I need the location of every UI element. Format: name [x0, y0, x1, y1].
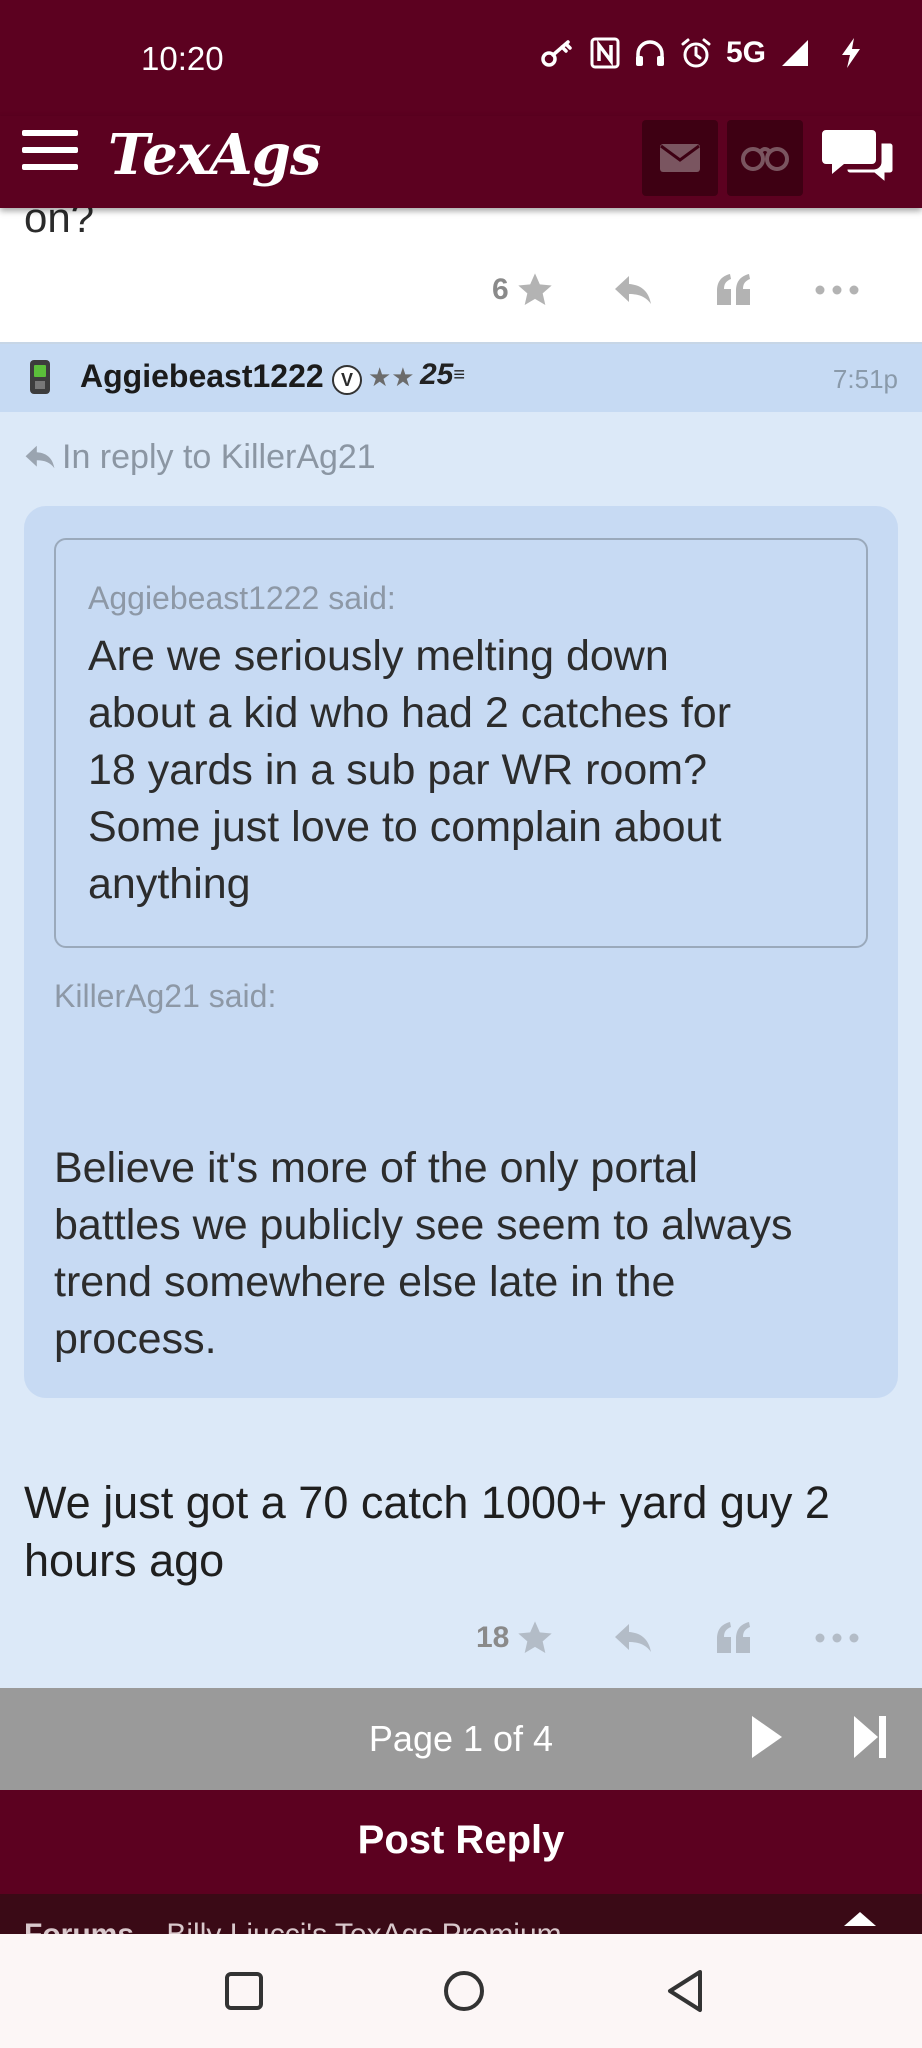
quote-line: anything — [88, 860, 251, 908]
post-time: 7:51p — [832, 364, 898, 394]
status-time: 10:20 — [141, 40, 224, 77]
quote-line: Some just love to complain about — [88, 803, 722, 851]
nested-quote-text: Are we seriously melting down about a ki… — [88, 628, 731, 913]
quote-text: Believe it's more of the only portal bat… — [54, 1140, 793, 1368]
quote-icon[interactable] — [715, 1621, 753, 1655]
headphones-icon — [634, 38, 666, 68]
more-icon[interactable] — [815, 1633, 859, 1643]
phone-icon — [28, 358, 52, 396]
quote-line: process. — [54, 1315, 217, 1363]
key-icon — [540, 38, 576, 68]
quote-line: battles we publicly see seem to always — [54, 1201, 793, 1249]
home-nav-icon[interactable] — [443, 1970, 485, 2012]
reply-line: hours ago — [24, 1535, 225, 1586]
system-nav-bar — [0, 1934, 922, 2048]
reply-icon[interactable] — [613, 1622, 653, 1654]
more-icon[interactable] — [815, 285, 859, 295]
alarm-icon — [680, 37, 712, 69]
chat-icon[interactable] — [820, 124, 896, 190]
watchlist-button[interactable] — [727, 120, 803, 196]
verified-badge: V — [332, 365, 362, 395]
star-count: 18 — [476, 1621, 510, 1654]
class-year: 25 — [420, 358, 454, 391]
class-year-badge: 25≡ — [420, 358, 466, 391]
post-reply-text: We just got a 70 catch 1000+ yard guy 2 … — [24, 1474, 894, 1590]
square-nav-icon[interactable] — [224, 1971, 264, 2011]
quote-line: Are we seriously melting down — [88, 632, 669, 680]
quote-line: Believe it's more of the only portal — [54, 1144, 698, 1192]
reply-icon[interactable] — [613, 274, 653, 306]
nested-quote-author: Aggiebeast1222 said: — [88, 580, 396, 616]
binoculars-icon — [740, 144, 790, 172]
skip-last-icon[interactable] — [852, 1714, 888, 1760]
reply-icon — [24, 444, 56, 470]
menu-icon[interactable] — [22, 130, 78, 174]
breadcrumb-forums[interactable]: Forums — [24, 1918, 134, 1934]
star-icon[interactable] — [515, 1618, 555, 1658]
messages-button[interactable] — [642, 120, 718, 196]
in-reply-to[interactable]: In reply to KillerAg21 — [24, 438, 376, 477]
charging-icon — [840, 37, 862, 69]
post-actions: 18 — [476, 1618, 859, 1658]
network-label: 5G — [725, 36, 766, 69]
mail-icon — [659, 143, 701, 173]
post-username[interactable]: Aggiebeast1222 — [80, 358, 324, 395]
signal-icon — [780, 38, 810, 68]
forum-breadcrumb[interactable]: Forums Billy Liucci's TexAgs Premium — [0, 1894, 922, 1934]
status-icons: 5G — [540, 36, 862, 70]
quote-icon[interactable] — [715, 273, 753, 307]
quote-line: trend somewhere else late in the — [54, 1258, 676, 1306]
status-bar: 10:20 5G — [0, 0, 922, 116]
quote-author: KillerAg21 said: — [54, 978, 277, 1014]
quote-line: 18 yards in a sub par WR room? — [88, 746, 707, 794]
breadcrumb-forum-name[interactable]: Billy Liucci's TexAgs Premium — [166, 1918, 561, 1934]
pagination-bar: Page 1 of 4 — [0, 1688, 922, 1790]
star-count: 6 — [492, 273, 509, 306]
texags-logo[interactable]: TexAgs — [108, 122, 321, 188]
play-icon[interactable] — [750, 1714, 784, 1760]
reply-line: We just got a 70 catch 1000+ yard guy 2 — [24, 1477, 830, 1528]
chevron-up-icon[interactable] — [842, 1908, 878, 1928]
post-reply-label: Post Reply — [357, 1818, 565, 1862]
back-nav-icon[interactable] — [664, 1968, 706, 2014]
in-reply-to-label: In reply to KillerAg21 — [62, 438, 376, 476]
star-icon[interactable] — [515, 270, 555, 310]
rank-stars: ★★ — [368, 362, 415, 392]
nfc-icon — [590, 37, 620, 69]
previous-post-actions: 6 — [492, 270, 859, 310]
quote-line: about a kid who had 2 catches for — [88, 689, 732, 737]
post-reply-button[interactable]: Post Reply — [0, 1790, 922, 1894]
